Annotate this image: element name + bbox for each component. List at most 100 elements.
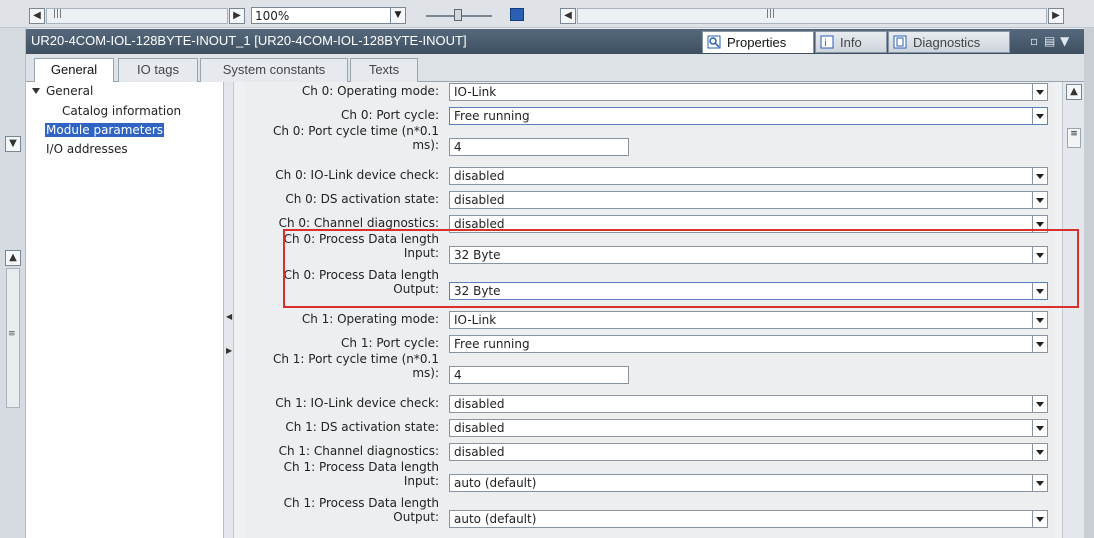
top-toolbar: ◀ ||| ▶ 100% ▼ ◀ ||| ▶ <box>0 0 1094 28</box>
param-row-11-dropdown[interactable]: disabled <box>449 395 1048 413</box>
horizontal-scrollbar-2[interactable]: ||| <box>577 8 1047 24</box>
param-row-4-value: disabled <box>454 193 505 207</box>
param-row-8-dropdown[interactable]: IO-Link <box>449 311 1048 329</box>
horizontal-scrollbar[interactable]: ||| <box>46 8 228 24</box>
param-row-10-input[interactable]: 4 <box>449 366 629 384</box>
param-row-3-dropdown[interactable]: disabled <box>449 167 1048 185</box>
info-icon: i <box>820 35 834 49</box>
inspector-title-bar: UR20-4COM-IOL-128BYTE-INOUT_1 [UR20-4COM… <box>26 29 1084 54</box>
scroll-left-button-2[interactable]: ◀ <box>560 8 576 24</box>
panel-splitter[interactable]: ◀ ▶ <box>224 82 234 538</box>
tab-diagnostics[interactable]: Diagnostics <box>888 31 1010 53</box>
param-row-14-label-line1: Ch 1: Process Data length <box>283 460 439 474</box>
param-row-8-value: IO-Link <box>454 313 497 327</box>
scroll-up-button-2[interactable]: ▲ <box>1066 84 1082 100</box>
scroll-right-button[interactable]: ▶ <box>229 8 245 24</box>
param-row-11-value: disabled <box>454 397 505 411</box>
param-row-0-label: Ch 0: Operating mode: <box>301 84 439 98</box>
param-row-8-label: Ch 1: Operating mode: <box>301 312 439 326</box>
tab-io-tags[interactable]: IO tags <box>118 58 198 82</box>
properties-icon <box>707 35 721 49</box>
tab-diagnostics-label: Diagnostics <box>913 35 981 50</box>
chevron-down-icon[interactable] <box>1032 420 1047 436</box>
param-row-13-value: disabled <box>454 445 505 459</box>
float-window-icon[interactable]: ▫ <box>1030 34 1038 48</box>
nav-catalog-information[interactable]: Catalog information <box>62 104 181 118</box>
module-title: UR20-4COM-IOL-128BYTE-INOUT_1 [UR20-4COM… <box>31 33 467 48</box>
nav-general[interactable]: General <box>46 84 93 98</box>
chevron-down-icon[interactable] <box>1032 475 1047 491</box>
scroll-grip-icon-3: ≡ <box>8 329 16 339</box>
fit-view-icon[interactable] <box>510 8 524 21</box>
tab-info[interactable]: i Info <box>815 31 887 53</box>
chevron-down-icon[interactable] <box>1032 84 1047 100</box>
param-row-9-value: Free running <box>454 337 530 351</box>
zoom-value: 100% <box>255 9 290 23</box>
chevron-down-icon[interactable] <box>1032 168 1047 184</box>
svg-text:i: i <box>824 38 827 49</box>
tab-general[interactable]: General <box>34 58 114 83</box>
highlight-box <box>283 229 1079 308</box>
expand-triangle-icon[interactable] <box>32 88 40 94</box>
expand-right-icon[interactable]: ▶ <box>226 346 232 355</box>
nav-module-parameters[interactable]: Module parameters <box>45 123 165 137</box>
param-row-2-label-line1: Ch 0: Port cycle time (n*0.1 <box>272 124 439 138</box>
param-row-12-value: disabled <box>454 421 505 435</box>
param-row-2-label-line2: ms): <box>412 138 439 152</box>
chevron-down-icon[interactable] <box>1032 336 1047 352</box>
param-row-10-label-line2: ms): <box>412 366 439 380</box>
scroll-right-button-2[interactable]: ▶ <box>1048 8 1064 24</box>
tab-system-constants[interactable]: System constants <box>200 58 348 82</box>
restore-icon[interactable]: ▤ <box>1044 34 1055 48</box>
param-row-0-value: IO-Link <box>454 85 497 99</box>
param-row-12-dropdown[interactable]: disabled <box>449 419 1048 437</box>
outer-frame <box>1084 28 1094 538</box>
param-row-1-value: Free running <box>454 109 530 123</box>
param-row-2-input[interactable]: 4 <box>449 138 629 156</box>
param-row-0-dropdown[interactable]: IO-Link <box>449 83 1048 101</box>
scroll-grip-icon: ||| <box>53 9 63 19</box>
vertical-scrollbar-right[interactable]: ▲ ≡ <box>1062 82 1084 538</box>
chevron-down-icon[interactable] <box>1032 312 1047 328</box>
scroll-left-button[interactable]: ◀ <box>29 8 45 24</box>
param-row-13-dropdown[interactable]: disabled <box>449 443 1048 461</box>
property-subtabs: General IO tags System constants Texts <box>26 54 1084 83</box>
zoom-slider-thumb[interactable] <box>454 9 462 21</box>
zoom-select[interactable]: 100% ▼ <box>251 7 406 24</box>
scroll-thumb[interactable]: ≡ <box>1067 128 1081 148</box>
chevron-down-icon[interactable] <box>1032 511 1047 527</box>
param-row-14-dropdown[interactable]: auto (default) <box>449 474 1048 492</box>
vertical-scrollbar[interactable]: ≡ <box>6 268 20 408</box>
menu-chevron-icon[interactable]: ▼ <box>1060 34 1069 48</box>
chevron-down-icon[interactable] <box>1032 444 1047 460</box>
tab-texts[interactable]: Texts <box>350 58 418 82</box>
tab-properties[interactable]: Properties <box>702 31 814 53</box>
chevron-down-icon[interactable] <box>1032 108 1047 124</box>
collapse-left-icon[interactable]: ◀ <box>226 312 232 321</box>
param-row-4-dropdown[interactable]: disabled <box>449 191 1048 209</box>
chevron-down-icon[interactable] <box>1032 396 1047 412</box>
param-row-15-label-line2: Output: <box>393 510 439 524</box>
param-row-9-dropdown[interactable]: Free running <box>449 335 1048 353</box>
param-row-11-label: Ch 1: IO-Link device check: <box>275 396 439 410</box>
chevron-down-icon[interactable] <box>1032 192 1047 208</box>
param-row-14-value: auto (default) <box>454 476 537 490</box>
param-row-15-dropdown[interactable]: auto (default) <box>449 510 1048 528</box>
param-row-5-label: Ch 0: Channel diagnostics: <box>278 216 439 230</box>
scroll-up-button[interactable]: ▲ <box>5 250 21 266</box>
nav-tree: General Catalog information Module param… <box>26 82 224 538</box>
param-row-1-dropdown[interactable]: Free running <box>449 107 1048 125</box>
param-row-2-value: 4 <box>454 140 462 154</box>
diagnostics-icon <box>893 35 907 49</box>
param-row-13-label: Ch 1: Channel diagnostics: <box>278 444 439 458</box>
param-row-12-label: Ch 1: DS activation state: <box>285 420 439 434</box>
param-row-4-label: Ch 0: DS activation state: <box>285 192 439 206</box>
param-row-3-value: disabled <box>454 169 505 183</box>
param-row-15-value: auto (default) <box>454 512 537 526</box>
chevron-down-icon: ▼ <box>390 8 405 23</box>
nav-io-addresses[interactable]: I/O addresses <box>46 142 128 156</box>
scroll-down-button[interactable]: ▼ <box>5 136 21 152</box>
param-row-3-label: Ch 0: IO-Link device check: <box>275 168 439 182</box>
param-row-1-label: Ch 0: Port cycle: <box>341 108 439 122</box>
tab-info-label: Info <box>840 35 862 50</box>
